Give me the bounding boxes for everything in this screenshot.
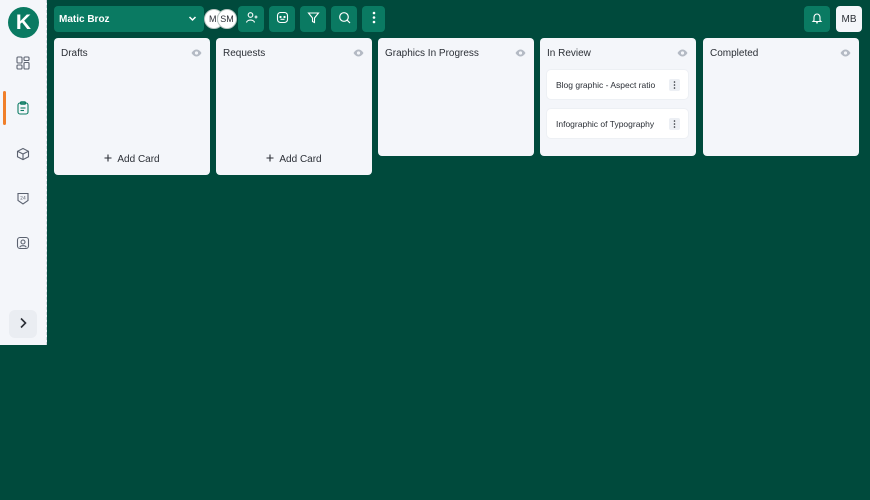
- project-name: Matic Broz: [59, 13, 110, 25]
- project-select[interactable]: Matic Broz: [54, 6, 204, 32]
- dashboard-icon[interactable]: [14, 54, 32, 72]
- card-title: Blog graphic - Aspect ratio: [556, 79, 656, 90]
- more-vertical-icon[interactable]: [669, 79, 680, 91]
- add-card-label: Add Card: [279, 154, 322, 165]
- column-title: Completed: [710, 48, 759, 59]
- notifications-button[interactable]: [804, 6, 830, 32]
- eye-icon[interactable]: [840, 49, 851, 60]
- chevron-right-icon: [18, 317, 28, 332]
- board-column-drafts: Drafts Add Card: [54, 38, 210, 175]
- bell-icon: [811, 12, 823, 27]
- filter-icon: [306, 11, 320, 27]
- board-column-graphics-in-progress: Graphics In Progress: [378, 38, 534, 156]
- current-user-avatar[interactable]: MB: [836, 6, 862, 32]
- board-column-requests: Requests Add Card: [216, 38, 372, 175]
- search-button[interactable]: [331, 6, 357, 32]
- user-card-icon[interactable]: [14, 234, 32, 252]
- column-title: Drafts: [61, 48, 88, 59]
- cube-icon[interactable]: [14, 145, 32, 163]
- board-column-completed: Completed: [703, 38, 859, 156]
- search-icon: [338, 11, 351, 27]
- column-title: Requests: [223, 48, 266, 59]
- clipboard-icon[interactable]: [14, 99, 32, 117]
- eye-icon[interactable]: [191, 49, 202, 60]
- sidebar: K 24: [0, 0, 47, 345]
- active-indicator: [3, 91, 6, 125]
- eye-icon[interactable]: [353, 49, 364, 60]
- add-member-icon: [245, 11, 258, 27]
- card-title: Infographic of Typography: [556, 118, 655, 129]
- member-avatar[interactable]: SM: [217, 9, 237, 29]
- add-card-label: Add Card: [117, 154, 160, 165]
- add-card-button[interactable]: Add Card: [54, 154, 210, 165]
- expand-sidebar-button[interactable]: [9, 310, 37, 338]
- add-member-button[interactable]: [238, 6, 264, 32]
- eye-icon[interactable]: [677, 49, 688, 60]
- plus-icon: [266, 154, 274, 165]
- chat-icon: [276, 11, 289, 27]
- column-title: In Review: [547, 48, 591, 59]
- svg-text:24: 24: [20, 196, 26, 202]
- task-card[interactable]: Blog graphic - Aspect ratio: [547, 70, 688, 99]
- more-vertical-icon[interactable]: [669, 118, 680, 130]
- chevron-down-icon: [188, 14, 197, 26]
- chat-button[interactable]: [269, 6, 295, 32]
- more-options-button[interactable]: [362, 6, 385, 32]
- task-card[interactable]: Infographic of Typography: [547, 109, 688, 138]
- more-vertical-icon: [372, 11, 376, 27]
- column-title: Graphics In Progress: [385, 48, 479, 59]
- eye-icon[interactable]: [515, 49, 526, 60]
- board-column-in-review: In Review Blog graphic - Aspect ratio In…: [540, 38, 696, 156]
- add-card-button[interactable]: Add Card: [216, 154, 372, 165]
- calendar-24-icon[interactable]: 24: [14, 189, 32, 207]
- filter-button[interactable]: [300, 6, 326, 32]
- plus-icon: [104, 154, 112, 165]
- app-logo[interactable]: K: [8, 7, 39, 38]
